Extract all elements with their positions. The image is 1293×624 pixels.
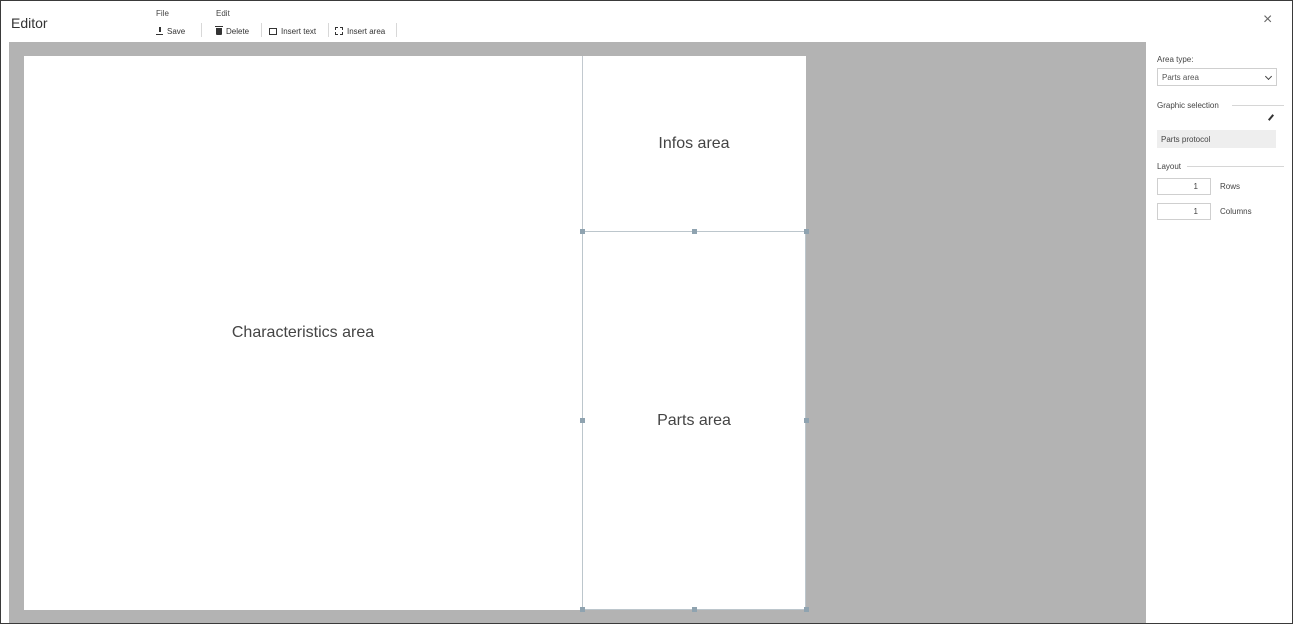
infos-area[interactable]: Infos area xyxy=(582,56,806,231)
graphic-selection-field[interactable]: Parts protocol xyxy=(1157,130,1276,148)
close-icon[interactable]: × xyxy=(1263,11,1272,29)
resize-handle-top-left[interactable] xyxy=(580,229,585,234)
editor-window: Editor File Save Edit Delete Insert text… xyxy=(0,0,1293,624)
save-icon xyxy=(156,27,163,35)
section-rule xyxy=(1187,166,1284,167)
save-button[interactable]: Save xyxy=(156,23,185,39)
toolbar-separator xyxy=(328,23,329,37)
chevron-down-icon xyxy=(1264,72,1273,81)
insert-area-button[interactable]: Insert area xyxy=(335,23,385,39)
save-label: Save xyxy=(167,26,186,36)
file-group-label[interactable]: File xyxy=(156,9,169,18)
toolbar-separator xyxy=(396,23,397,37)
toolbar-separator xyxy=(201,23,202,37)
app-title: Editor xyxy=(11,15,48,31)
trash-icon xyxy=(215,25,223,35)
resize-handle-bottom-left[interactable] xyxy=(580,607,585,612)
toolbar-separator xyxy=(261,23,262,37)
delete-label: Delete xyxy=(226,26,250,36)
rows-value: 1 xyxy=(1193,182,1198,191)
resize-handle-bottom[interactable] xyxy=(692,607,697,612)
rows-input[interactable]: 1 xyxy=(1157,178,1211,195)
section-rule xyxy=(1232,105,1284,106)
toolbar: Editor File Save Edit Delete Insert text… xyxy=(1,1,1292,41)
resize-handle-bottom-right[interactable] xyxy=(804,607,809,612)
characteristics-area-label: Characteristics area xyxy=(231,324,375,341)
resize-handle-left[interactable] xyxy=(580,418,585,423)
characteristics-area[interactable]: Characteristics area xyxy=(24,56,582,610)
area-box-icon xyxy=(335,27,343,35)
columns-input[interactable]: 1 xyxy=(1157,203,1211,220)
layout-label: Layout xyxy=(1157,162,1182,171)
columns-value: 1 xyxy=(1193,207,1198,216)
area-type-select[interactable]: Parts area xyxy=(1157,68,1277,86)
edit-group-label[interactable]: Edit xyxy=(216,9,230,18)
insert-text-button[interactable]: Insert text xyxy=(269,23,316,39)
resize-handle-top-right[interactable] xyxy=(804,229,809,234)
columns-label: Columns xyxy=(1220,207,1252,216)
insert-text-label: Insert text xyxy=(281,26,317,36)
parts-area-label: Parts area xyxy=(657,411,731,429)
graphic-selection-label: Graphic selection xyxy=(1157,101,1219,110)
insert-area-label: Insert area xyxy=(347,26,386,36)
area-type-value: Parts area xyxy=(1162,72,1199,82)
resize-handle-right[interactable] xyxy=(804,418,809,423)
parts-area[interactable]: Parts area xyxy=(582,231,806,610)
area-divider xyxy=(582,56,583,610)
resize-handle-top[interactable] xyxy=(692,229,697,234)
rows-label: Rows xyxy=(1220,182,1241,191)
infos-area-label: Infos area xyxy=(658,134,730,152)
delete-button[interactable]: Delete xyxy=(215,23,250,39)
graphic-selection-value: Parts protocol xyxy=(1161,134,1211,144)
area-type-label: Area type: xyxy=(1157,55,1194,64)
text-box-icon xyxy=(269,27,277,35)
